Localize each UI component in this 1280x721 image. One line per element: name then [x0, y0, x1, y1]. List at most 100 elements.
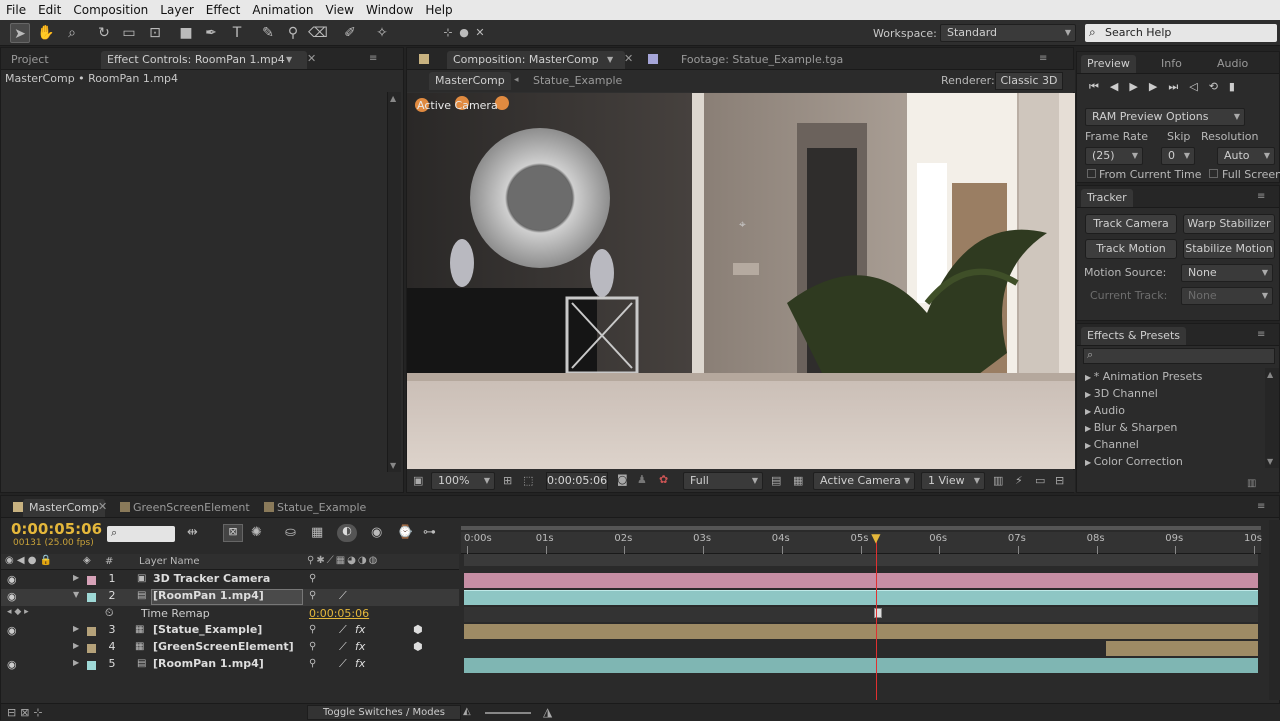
label-color-swatch[interactable]	[87, 576, 96, 585]
rotate-tool-icon[interactable]: ↻	[94, 23, 114, 43]
rectangle-tool-icon[interactable]: ■	[176, 23, 196, 43]
close-icon[interactable]: ✕	[624, 52, 633, 65]
label-color-swatch[interactable]	[87, 627, 96, 636]
show-snapshot-icon[interactable]: ♟	[637, 473, 647, 486]
timeline-graph[interactable]: 0:00s 01s 02s 03s 04s 05s 06s 07s 08s 09s 10s ▼	[461, 520, 1269, 700]
menu-file[interactable]: File	[0, 3, 32, 17]
subtab-statue[interactable]: Statue_Example	[527, 72, 628, 90]
tab-info[interactable]: Info	[1155, 55, 1188, 73]
visibility-eye-icon[interactable]: ◉	[7, 590, 17, 603]
timeline-icon[interactable]: ▭	[1035, 474, 1045, 487]
tab-statue[interactable]: Statue_Example	[271, 499, 372, 517]
layer-bar-5[interactable]	[464, 658, 1258, 673]
panel-menu-icon[interactable]: ≡	[1039, 54, 1053, 64]
pan-behind-tool-icon[interactable]: ⊡	[145, 23, 165, 43]
expand-arrow-icon[interactable]: ▶	[73, 641, 79, 650]
playhead[interactable]	[876, 536, 878, 700]
frame-blending-icon[interactable]: ⛀	[285, 525, 296, 540]
search-help-input[interactable]: Search Help	[1085, 24, 1277, 42]
tab-tracker[interactable]: Tracker	[1081, 189, 1133, 207]
last-frame-icon[interactable]: ⏭	[1168, 80, 1189, 93]
table-row[interactable]: ▶ 4 ▦ [GreenScreenElement] ⚲ ⟋ fx ⬢	[1, 640, 459, 657]
menu-layer[interactable]: Layer	[154, 3, 199, 17]
trash-icon[interactable]: ▥	[1247, 478, 1256, 489]
view-layout-dropdown[interactable]: 1 View	[921, 472, 985, 490]
loop-icon[interactable]: ⟲	[1209, 80, 1229, 93]
graph-editor-icon[interactable]: ⌚	[397, 525, 413, 540]
current-time-indicator-icon[interactable]: ▼	[871, 532, 881, 546]
zoom-tool-icon[interactable]: ⌕	[62, 23, 82, 43]
panel-menu-icon[interactable]: ≡	[1257, 192, 1271, 202]
panel-menu-icon[interactable]: ≡	[1257, 502, 1271, 512]
chevron-down-icon[interactable]: ▼	[286, 55, 292, 64]
comp-flowchart-icon[interactable]: ⊟	[1055, 474, 1064, 487]
time-remap-track[interactable]	[464, 607, 1258, 622]
stabilize-motion-button[interactable]: Stabilize Motion	[1183, 239, 1275, 259]
list-item[interactable]: ▶ 3D Channel	[1085, 387, 1158, 400]
zoom-in-icon[interactable]: ◮	[543, 705, 552, 719]
always-preview-icon[interactable]: ▣	[413, 474, 423, 487]
next-frame-icon[interactable]: ▶	[1149, 80, 1168, 93]
layer-bar-1[interactable]	[464, 573, 1258, 588]
region-of-interest-icon[interactable]: ⬚	[523, 474, 533, 487]
hand-tool-icon[interactable]: ✋	[36, 23, 56, 43]
quality-switch-icon[interactable]: ⟋	[339, 589, 347, 603]
stopwatch-icon[interactable]: ⏲	[105, 606, 114, 620]
from-current-checkbox[interactable]	[1087, 169, 1096, 178]
table-row[interactable]: ◉ ▶ 5 ▤ [RoomPan 1.mp4] ⚲ ⟋ fx	[1, 657, 459, 674]
first-frame-icon[interactable]: ⏮	[1089, 80, 1110, 93]
quality-switch-icon[interactable]: ⟋	[339, 657, 347, 671]
time-ruler[interactable]: 0:00s 01s 02s 03s 04s 05s 06s 07s 08s 09s 10s	[461, 532, 1262, 554]
frame-rate-dropdown[interactable]: (25)	[1085, 147, 1143, 165]
menu-window[interactable]: Window	[360, 3, 419, 17]
menu-view[interactable]: View	[320, 3, 360, 17]
menu-animation[interactable]: Animation	[246, 3, 319, 17]
camera-view-dropdown[interactable]: Active Camera	[813, 472, 915, 490]
scrollbar[interactable]: ▲ ▼	[387, 92, 401, 472]
motion-source-dropdown[interactable]: None	[1181, 264, 1273, 282]
effects-switch-icon[interactable]: fx	[355, 657, 365, 670]
current-track-dropdown[interactable]: None	[1181, 287, 1273, 305]
expand-arrow-icon[interactable]: ▶	[73, 624, 79, 633]
table-row[interactable]: ◉ ▼ 2 ▤ [RoomPan 1.mp4] ⚲ ⟋	[1, 589, 459, 606]
ram-preview-options[interactable]: RAM Preview Options	[1085, 108, 1245, 126]
current-time-display[interactable]: 0:00:05:06	[11, 520, 102, 538]
label-color-swatch[interactable]	[87, 644, 96, 653]
track-motion-button[interactable]: Track Motion	[1085, 239, 1177, 259]
zoom-out-icon[interactable]: ◭	[463, 706, 471, 717]
keyframe-navigator-icon[interactable]: ◂ ◆ ▸	[7, 607, 29, 617]
3d-layer-icon[interactable]: ⬢	[413, 623, 423, 636]
effects-switch-icon[interactable]: fx	[355, 640, 365, 653]
warp-stabilizer-button[interactable]: Warp Stabilizer	[1183, 214, 1275, 234]
tab-footage[interactable]: Footage: Statue_Example.tga	[675, 51, 849, 69]
close-icon[interactable]: ✕	[98, 500, 107, 513]
ram-preview-icon[interactable]: ▮	[1229, 80, 1246, 93]
table-row[interactable]: ◉ ▶ 3 ▦ [Statue_Example] ⚲ ⟋ fx ⬢	[1, 623, 459, 640]
transparency-grid-icon[interactable]: ▦	[793, 474, 803, 487]
mute-audio-icon[interactable]: ◁	[1189, 80, 1208, 93]
visibility-eye-icon[interactable]: ◉	[7, 624, 17, 637]
label-color-swatch[interactable]	[87, 661, 96, 670]
fit-icon[interactable]: ⊞	[503, 474, 512, 487]
tab-effects-presets[interactable]: Effects & Presets	[1081, 327, 1186, 345]
toggle-pixel-aspect-icon[interactable]: ▥	[993, 474, 1003, 487]
visibility-eye-icon[interactable]: ◉	[7, 658, 17, 671]
tab-preview[interactable]: Preview	[1081, 55, 1136, 73]
3d-layer-icon[interactable]: ⬢	[413, 640, 423, 653]
shy-switch-icon[interactable]: ⚲	[309, 573, 316, 584]
panel-menu-icon[interactable]: ≡	[1257, 330, 1271, 340]
layer-bar-3[interactable]	[464, 624, 1258, 639]
graph-icon[interactable]: ⊶	[423, 525, 436, 540]
list-item[interactable]: ▶ Color Correction	[1085, 455, 1183, 468]
shy-switch-icon[interactable]: ⚲	[309, 624, 316, 635]
time-navigator[interactable]	[464, 554, 1258, 566]
selection-tool-icon[interactable]: ➤	[10, 23, 30, 43]
motion-blur-icon[interactable]: ▦	[311, 525, 323, 540]
time-remap-value[interactable]: 0:00:05:06	[309, 607, 369, 620]
renderer-button[interactable]: Classic 3D	[995, 72, 1063, 90]
layer-name[interactable]: [GreenScreenElement]	[153, 640, 294, 653]
footer-toggle-icons[interactable]: ⊟⊠⊹	[7, 706, 47, 719]
current-time-field[interactable]: 0:00:05:06	[546, 472, 608, 490]
timeline-scrollbar[interactable]	[1269, 520, 1280, 700]
layer-bar-4[interactable]	[1106, 641, 1258, 656]
